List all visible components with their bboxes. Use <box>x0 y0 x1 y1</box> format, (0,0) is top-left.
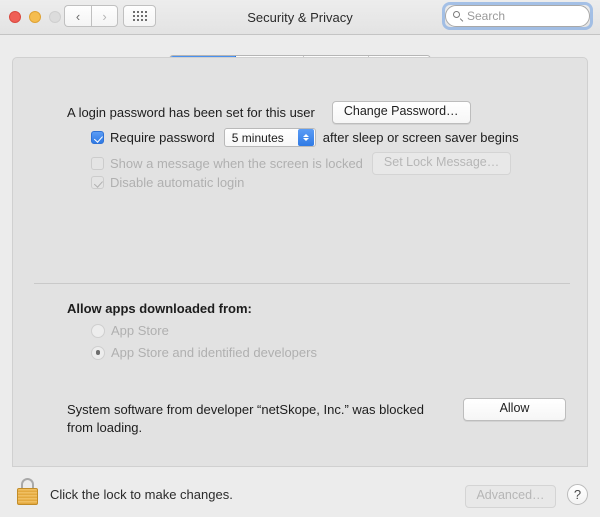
disable-auto-login-checkbox <box>91 176 104 189</box>
search-input[interactable]: Search <box>445 5 590 27</box>
require-password-delay-select[interactable]: 5 minutes <box>223 128 316 147</box>
allow-button-container: Allow <box>463 398 566 421</box>
require-password-row: Require password 5 minutes after sleep o… <box>91 128 519 147</box>
require-password-checkbox[interactable] <box>91 131 104 144</box>
lock-closed-icon[interactable] <box>16 478 39 505</box>
set-lock-message-button: Set Lock Message… <box>371 152 512 175</box>
radio-app-store <box>91 323 105 338</box>
allow-apps-heading: Allow apps downloaded from: <box>67 300 252 318</box>
lock-hint-label: Click the lock to make changes. <box>50 487 233 502</box>
disable-auto-login-row: Disable automatic login <box>91 175 244 190</box>
show-lock-message-row: Show a message when the screen is locked… <box>91 152 512 175</box>
show-lock-message-checkbox <box>91 156 104 170</box>
login-password-label: A login password has been set for this u… <box>67 104 315 120</box>
allow-apps-option-identified-developers: App Store and identified developers <box>91 345 317 360</box>
require-password-label: Require password <box>110 130 215 145</box>
change-password-button[interactable]: Change Password… <box>331 101 471 124</box>
allow-apps-option-app-store: App Store <box>91 323 169 338</box>
show-lock-message-label: Show a message when the screen is locked <box>110 155 363 171</box>
search-container: Search <box>442 2 593 30</box>
require-password-suffix-label: after sleep or screen saver begins <box>322 130 519 145</box>
advanced-button-container: Advanced… <box>465 485 556 508</box>
stepper-arrows-icon[interactable] <box>297 129 314 146</box>
radio-app-store-label: App Store <box>111 323 169 338</box>
disable-auto-login-label: Disable automatic login <box>110 175 245 190</box>
allow-apps-heading-label: Allow apps downloaded from: <box>67 301 252 316</box>
login-password-row: A login password has been set for this u… <box>67 101 471 124</box>
window-titlebar: ‹ › Security & Privacy Search <box>0 0 600 35</box>
advanced-button: Advanced… <box>465 485 556 508</box>
section-divider <box>34 283 570 284</box>
search-icon <box>453 10 464 22</box>
search-placeholder: Search <box>467 9 506 23</box>
general-pane: A login password has been set for this u… <box>12 57 588 467</box>
allow-button[interactable]: Allow <box>463 398 566 421</box>
require-password-delay-value: 5 minutes <box>231 130 284 145</box>
blocked-software-message: System software from developer “netSkope… <box>67 402 424 435</box>
radio-app-store-identified-developers <box>91 345 105 360</box>
security-privacy-window: ‹ › Security & Privacy Search General <box>0 0 600 517</box>
radio-identified-developers-label: App Store and identified developers <box>111 345 317 360</box>
help-button[interactable]: ? <box>567 484 588 505</box>
